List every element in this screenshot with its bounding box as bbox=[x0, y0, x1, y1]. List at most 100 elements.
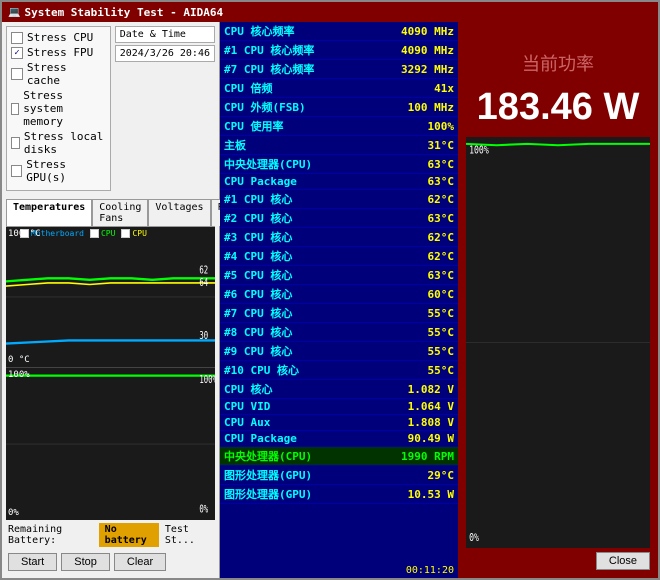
stress-cache-row[interactable]: Stress cache bbox=[11, 61, 106, 87]
row-label: #9 CPU 核心 bbox=[220, 342, 367, 361]
table-row: #9 CPU 核心55°C bbox=[220, 342, 458, 361]
legend-cpu1-cb[interactable]: ✓ bbox=[90, 229, 99, 238]
row-label: 图形处理器(GPU) bbox=[220, 466, 367, 485]
left-panel: Stress CPU Stress FPU Stress cache Stres… bbox=[2, 22, 220, 578]
table-row: #6 CPU 核心60°C bbox=[220, 285, 458, 304]
row-label: #6 CPU 核心 bbox=[220, 285, 367, 304]
table-row: 中央处理器(CPU)1990 RPM bbox=[220, 447, 458, 466]
stop-button[interactable]: Stop bbox=[61, 553, 110, 571]
row-label: #7 CPU 核心 bbox=[220, 304, 367, 323]
stress-gpu-checkbox[interactable] bbox=[11, 165, 22, 177]
graph1-bottom-label: 0 °C bbox=[8, 355, 30, 365]
row-value: 100% bbox=[367, 117, 458, 136]
stress-gpu-row[interactable]: Stress GPU(s) bbox=[11, 158, 106, 184]
timer-bottom: 00:11:20 bbox=[220, 563, 458, 578]
stress-section: Stress CPU Stress FPU Stress cache Stres… bbox=[6, 26, 111, 191]
row-label: CPU 核心 bbox=[220, 380, 367, 399]
table-row: CPU 使用率100% bbox=[220, 117, 458, 136]
table-row: 图形处理器(GPU)10.53 W bbox=[220, 485, 458, 504]
stress-memory-row[interactable]: Stress system memory bbox=[11, 89, 106, 128]
stress-cpu-row[interactable]: Stress CPU bbox=[11, 31, 106, 44]
row-label: 中央处理器(CPU) bbox=[220, 447, 367, 466]
stress-fpu-row[interactable]: Stress FPU bbox=[11, 46, 106, 59]
row-value: 63°C bbox=[367, 209, 458, 228]
row-value: 63°C bbox=[367, 155, 458, 174]
row-value: 3292 MHz bbox=[367, 60, 458, 79]
table-row: #2 CPU 核心63°C bbox=[220, 209, 458, 228]
right-graph-area: 100% 0% bbox=[466, 137, 650, 548]
usage-graph: 100% 0% 100% 0% bbox=[6, 368, 215, 520]
row-label: #8 CPU 核心 bbox=[220, 323, 367, 342]
bottom-controls: Remaining Battery: No battery Test St... bbox=[6, 520, 215, 550]
row-label: CPU 核心频率 bbox=[220, 22, 367, 41]
graph2-top-label: 100% bbox=[8, 370, 30, 380]
svg-text:62: 62 bbox=[199, 264, 208, 277]
row-value: 55°C bbox=[367, 323, 458, 342]
row-label: #1 CPU 核心 bbox=[220, 190, 367, 209]
close-button[interactable]: Close bbox=[596, 552, 650, 570]
row-value: 90.49 W bbox=[367, 431, 458, 447]
table-row: CPU 外频(FSB)100 MHz bbox=[220, 98, 458, 117]
power-value: 183.46 W bbox=[477, 86, 640, 129]
stress-cpu-checkbox[interactable] bbox=[11, 32, 23, 44]
legend-cpu2: ✓ CPU bbox=[121, 229, 146, 238]
test-status-label: Test St... bbox=[165, 524, 213, 546]
row-value: 31°C bbox=[367, 136, 458, 155]
clear-button[interactable]: Clear bbox=[114, 553, 166, 571]
table-row: #1 CPU 核心62°C bbox=[220, 190, 458, 209]
temperature-graph-svg: 62 64 30 bbox=[6, 227, 215, 367]
timer-value: 00:11:20 bbox=[406, 565, 454, 576]
row-label: #2 CPU 核心 bbox=[220, 209, 367, 228]
stress-memory-label: Stress system memory bbox=[23, 89, 105, 128]
tabs-row: Temperatures Cooling Fans Voltages Power… bbox=[6, 199, 215, 227]
stress-disks-checkbox[interactable] bbox=[11, 137, 20, 149]
temperature-graph: ✓ Motherboard ✓ CPU ✓ CPU 100 °C 0 °C bbox=[6, 227, 215, 368]
start-button[interactable]: Start bbox=[8, 553, 57, 571]
row-value: 63°C bbox=[367, 174, 458, 190]
app-icon: 💻 bbox=[8, 7, 20, 18]
usage-graph-svg: 100% 0% bbox=[6, 368, 215, 520]
table-row: 中央处理器(CPU)63°C bbox=[220, 155, 458, 174]
row-label: #3 CPU 核心 bbox=[220, 228, 367, 247]
data-table: CPU 核心频率4090 MHz#1 CPU 核心频率4090 MHz#7 CP… bbox=[220, 22, 458, 504]
stress-disks-label: Stress local disks bbox=[24, 130, 106, 156]
remaining-battery-label: Remaining Battery: bbox=[8, 524, 95, 546]
date-time-label: Date & Time bbox=[115, 26, 215, 43]
date-time-value: 2024/3/26 20:46 bbox=[115, 45, 215, 62]
table-row: 图形处理器(GPU)29°C bbox=[220, 466, 458, 485]
legend-cpu1: ✓ CPU bbox=[90, 229, 115, 238]
main-window: 💻 System Stability Test - AIDA64 Stress … bbox=[0, 0, 660, 580]
row-value: 55°C bbox=[367, 342, 458, 361]
legend-cpu2-label: CPU bbox=[132, 229, 146, 238]
legend-cpu1-label: CPU bbox=[101, 229, 115, 238]
legend-cpu2-cb[interactable]: ✓ bbox=[121, 229, 130, 238]
row-value: 62°C bbox=[367, 228, 458, 247]
row-label: CPU 倍频 bbox=[220, 79, 367, 98]
tab-voltages[interactable]: Voltages bbox=[148, 199, 210, 226]
svg-text:64: 64 bbox=[199, 277, 208, 290]
battery-value: No battery bbox=[99, 523, 159, 547]
stress-cpu-label: Stress CPU bbox=[27, 31, 93, 44]
row-value: 63°C bbox=[367, 266, 458, 285]
row-value: 41x bbox=[367, 79, 458, 98]
power-label: 当前功率 bbox=[522, 50, 594, 76]
row-label: CPU Package bbox=[220, 174, 367, 190]
stress-fpu-label: Stress FPU bbox=[27, 46, 93, 59]
row-value: 62°C bbox=[367, 247, 458, 266]
graph1-top-label: 100 °C bbox=[8, 229, 41, 239]
stress-fpu-checkbox[interactable] bbox=[11, 47, 23, 59]
tab-temperatures[interactable]: Temperatures bbox=[6, 199, 92, 226]
graph2-bottom-label: 0% bbox=[8, 508, 19, 518]
table-row: CPU 倍频41x bbox=[220, 79, 458, 98]
row-value: 55°C bbox=[367, 304, 458, 323]
tab-cooling-fans[interactable]: Cooling Fans bbox=[92, 199, 148, 226]
stress-cache-checkbox[interactable] bbox=[11, 68, 23, 80]
table-row: #8 CPU 核心55°C bbox=[220, 323, 458, 342]
table-row: #10 CPU 核心55°C bbox=[220, 361, 458, 380]
row-label: 图形处理器(GPU) bbox=[220, 485, 367, 504]
stress-disks-row[interactable]: Stress local disks bbox=[11, 130, 106, 156]
table-row: CPU 核心1.082 V bbox=[220, 380, 458, 399]
row-label: #5 CPU 核心 bbox=[220, 266, 367, 285]
stress-memory-checkbox[interactable] bbox=[11, 103, 19, 115]
row-value: 100 MHz bbox=[367, 98, 458, 117]
